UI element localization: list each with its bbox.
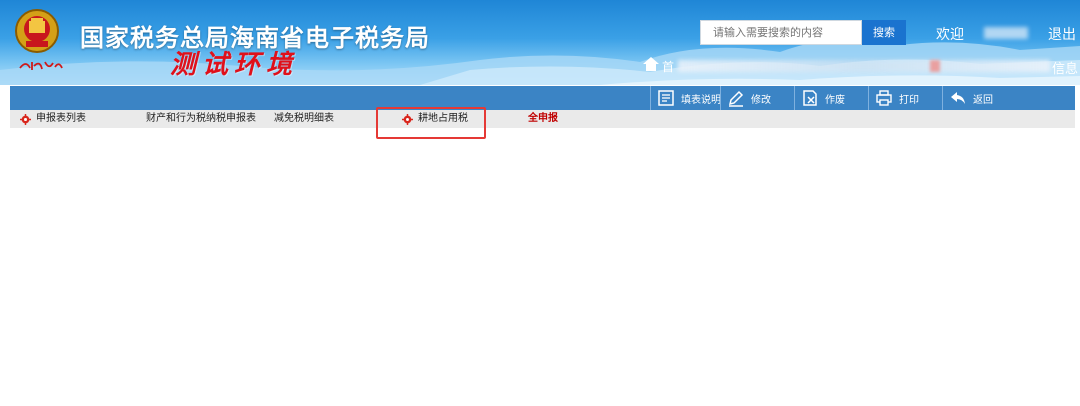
void-button[interactable]: 作废 <box>794 86 845 110</box>
emblem-script-logo <box>19 61 63 70</box>
logout-link[interactable]: 退出 <box>1048 24 1076 44</box>
back-button[interactable]: 返回 <box>942 86 993 110</box>
fill-instructions-label: 填表说明 <box>681 94 721 106</box>
search-input[interactable] <box>700 20 862 45</box>
print-button[interactable]: 打印 <box>868 86 919 110</box>
tab-report-list[interactable]: 申报表列表 <box>20 110 86 128</box>
highlight-annotation-box <box>376 107 486 139</box>
action-toolbar: 填表说明 修改 作废 打印 返回 <box>10 86 1075 110</box>
home-icon[interactable] <box>642 56 660 72</box>
edit-button[interactable]: 修改 <box>720 86 771 110</box>
welcome-text: 欢迎 <box>936 27 964 43</box>
tab-full-declaration-label: 全申报 <box>528 113 558 124</box>
test-environment-label: 测试环境 <box>170 50 299 80</box>
search-button[interactable]: 搜索 <box>862 20 906 45</box>
tab-exemption-detail-label: 减免税明细表 <box>274 113 334 124</box>
username-redacted <box>984 27 1028 39</box>
header-banner: 国家税务总局海南省电子税务局 测试环境 搜索 欢迎 退出 首 信息 <box>0 0 1080 85</box>
edit-label: 修改 <box>751 94 771 106</box>
home-link[interactable]: 首 <box>662 58 674 75</box>
gear-icon <box>20 113 31 125</box>
fill-instructions-button[interactable]: 填表说明 <box>650 86 721 110</box>
print-label: 打印 <box>899 94 919 106</box>
pencil-icon <box>728 90 744 107</box>
tab-property-behavior-tax-label: 财产和行为税纳税申报表 <box>146 113 256 124</box>
void-doc-icon <box>803 90 817 106</box>
back-label: 返回 <box>973 94 993 106</box>
tab-property-behavior-tax[interactable]: 财产和行为税纳税申报表 <box>146 110 256 128</box>
void-label: 作废 <box>825 94 845 106</box>
message-link[interactable]: 信息 <box>1052 58 1078 77</box>
report-tabs: 申报表列表 财产和行为税纳税申报表 减免税明细表 耕地占用税 全申报 <box>10 110 1075 128</box>
back-arrow-icon <box>951 92 965 104</box>
tax-emblem-icon <box>15 9 59 53</box>
tab-report-list-label: 申报表列表 <box>36 113 86 124</box>
document-icon <box>658 90 674 106</box>
tab-full-declaration[interactable]: 全申报 <box>528 110 558 128</box>
breadcrumb-redacted <box>678 60 1050 72</box>
tab-exemption-detail[interactable]: 减免税明细表 <box>274 110 334 128</box>
breadcrumb-redacted-mark <box>930 60 940 72</box>
printer-icon <box>876 90 892 106</box>
